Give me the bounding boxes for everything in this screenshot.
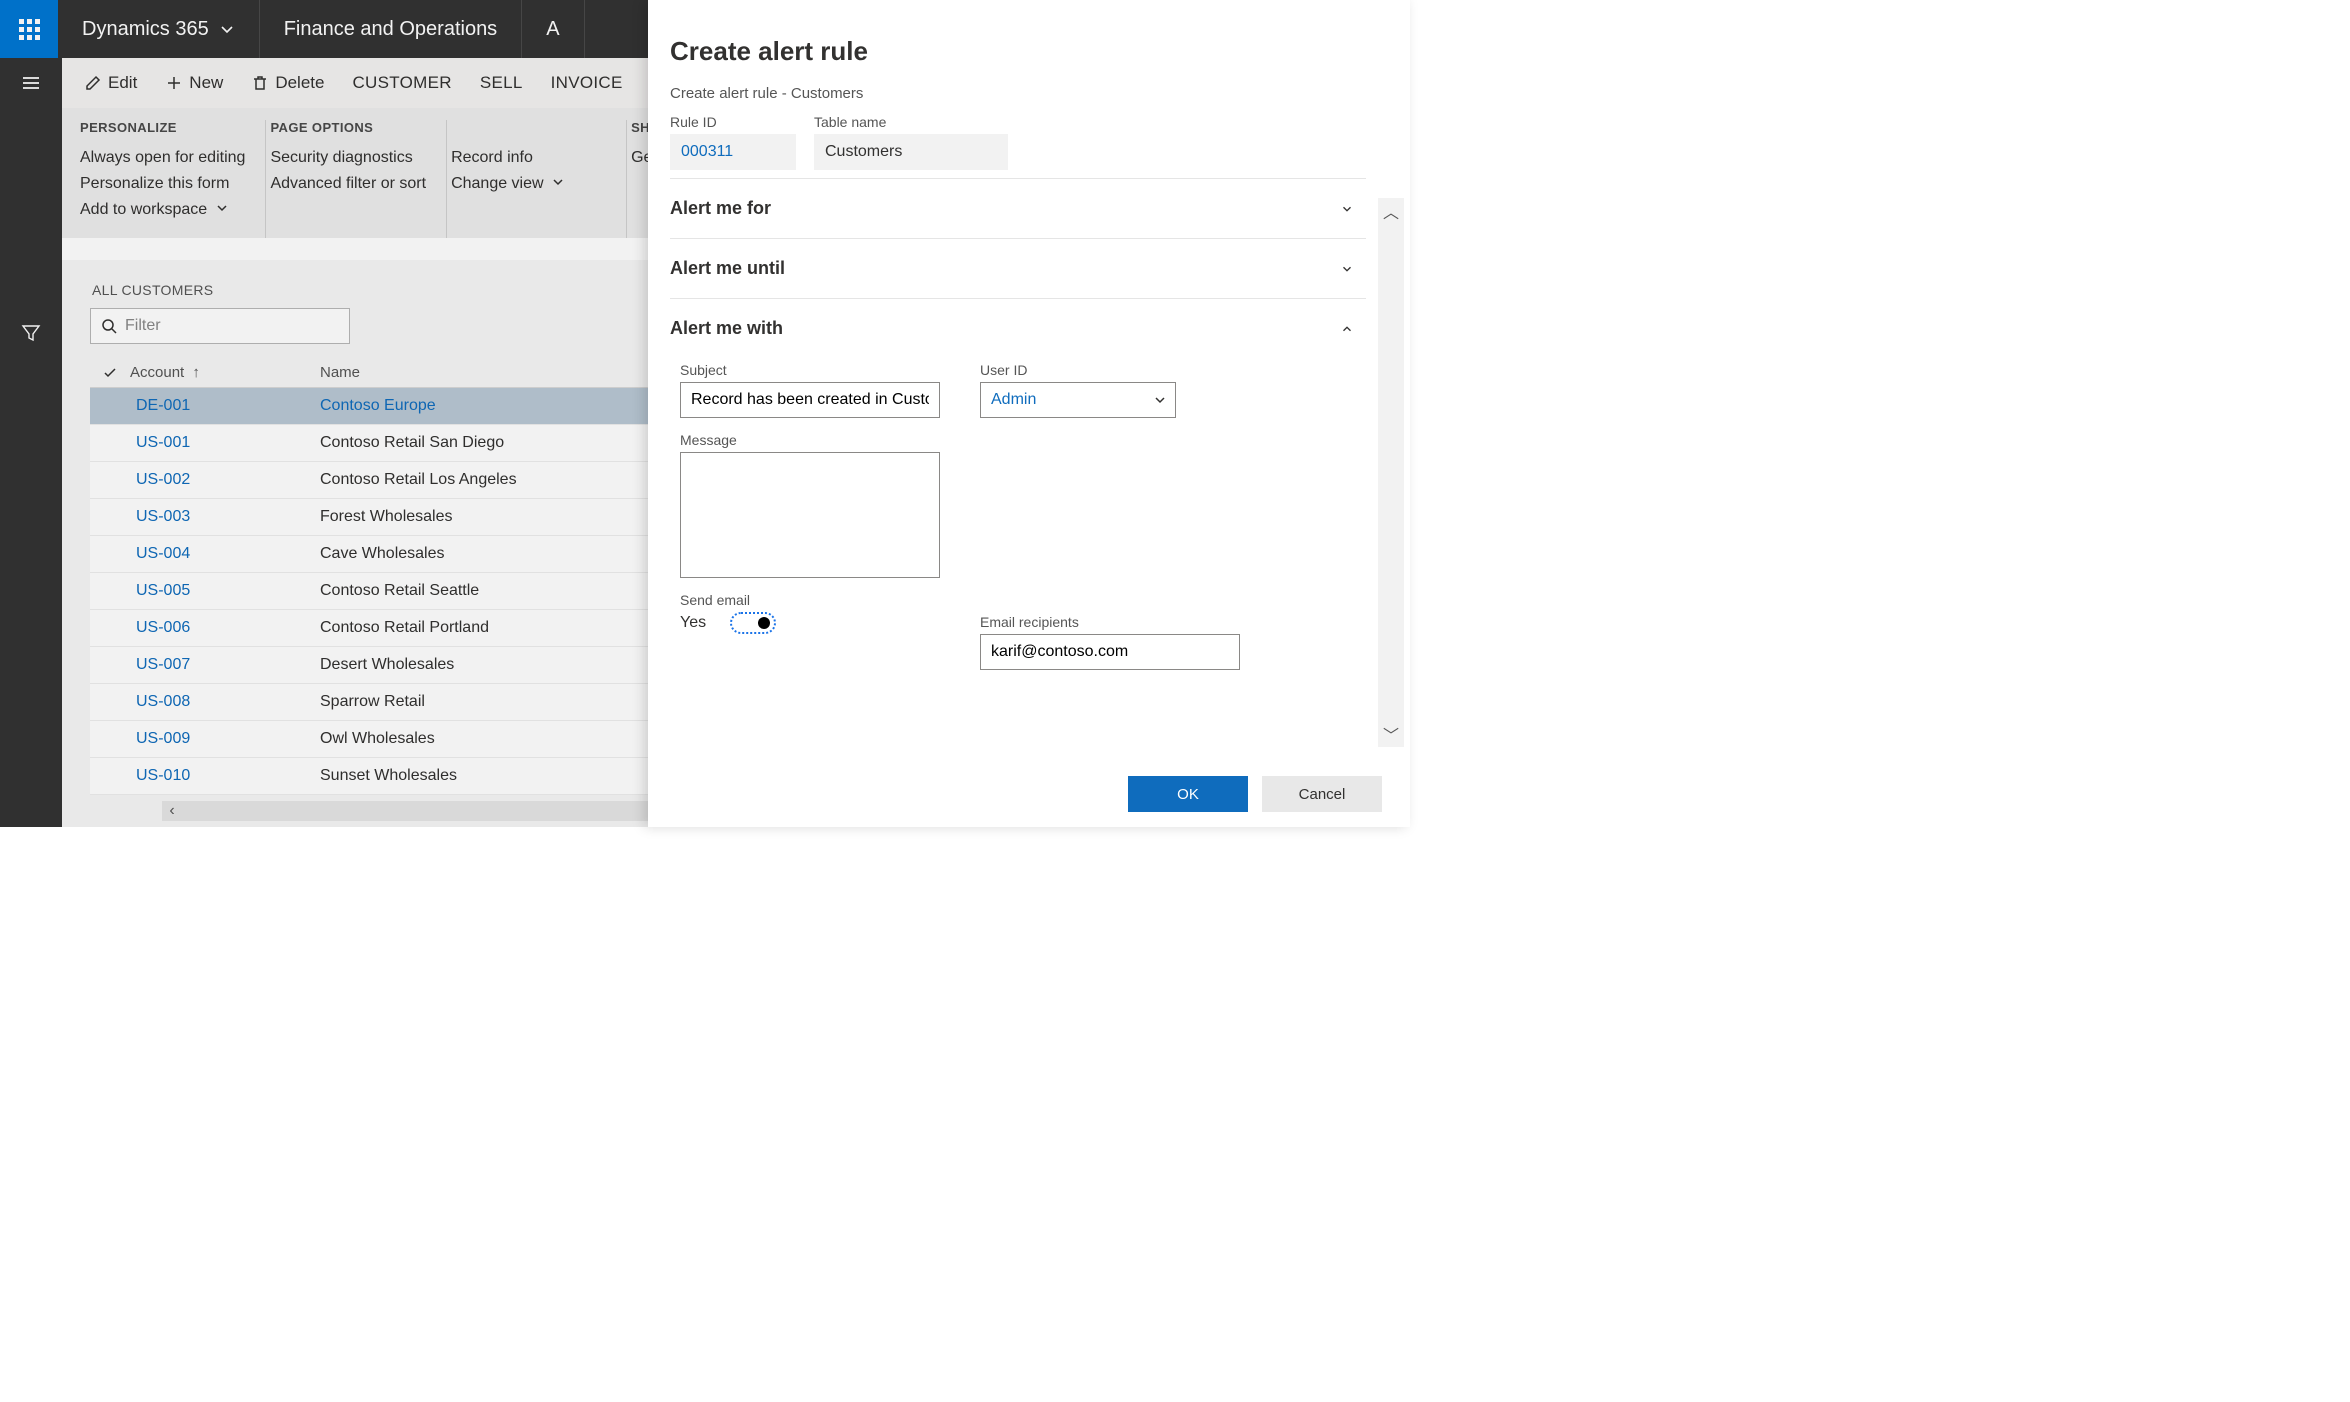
page-options-header: PAGE OPTIONS	[270, 120, 426, 135]
hamburger-icon	[20, 72, 42, 94]
filter-pane-button[interactable]	[0, 308, 62, 358]
tab-invoice[interactable]: INVOICE	[537, 58, 637, 108]
funnel-icon	[21, 323, 41, 343]
brand-label: Dynamics 365	[82, 18, 209, 41]
scroll-up-icon[interactable]: ︿	[1383, 198, 1399, 224]
flyout-footer: OK Cancel	[648, 761, 1410, 827]
section-alert-until[interactable]: Alert me until	[670, 238, 1366, 298]
user-id-select[interactable]: Admin	[980, 382, 1176, 418]
pencil-icon	[84, 74, 102, 92]
column-account[interactable]: Account ↑	[130, 364, 320, 381]
section-alert-with[interactable]: Alert me with	[670, 298, 1366, 358]
personalize-header: PERSONALIZE	[80, 120, 245, 135]
flyout-scrollbar[interactable]: ︿ ﹀	[1378, 198, 1404, 747]
account-link[interactable]: US-008	[136, 693, 190, 710]
chevron-down-icon	[1340, 262, 1354, 276]
message-input[interactable]	[680, 452, 940, 578]
plus-icon	[165, 74, 183, 92]
delete-button[interactable]: Delete	[237, 58, 338, 108]
edit-button[interactable]: Edit	[70, 58, 151, 108]
account-link[interactable]: US-007	[136, 656, 190, 673]
recipients-input[interactable]	[980, 634, 1240, 670]
recipients-label: Email recipients	[980, 614, 1240, 630]
module-title[interactable]: Finance and Operations	[260, 0, 522, 58]
account-link[interactable]: US-002	[136, 471, 190, 488]
table-name-value: Customers	[814, 134, 1008, 170]
chevron-down-icon	[552, 176, 564, 188]
column-name[interactable]: Name	[320, 364, 690, 381]
chevron-down-icon	[1153, 393, 1167, 407]
ok-button[interactable]: OK	[1128, 776, 1248, 812]
account-link[interactable]: US-009	[136, 730, 190, 747]
flyout-title: Create alert rule	[670, 36, 1388, 67]
account-link[interactable]: US-005	[136, 582, 190, 599]
check-icon	[102, 365, 118, 381]
send-email-label: Send email	[680, 592, 940, 608]
change-view[interactable]: Change view	[451, 171, 606, 197]
sort-asc-icon: ↑	[192, 364, 200, 381]
chevron-down-icon	[1340, 202, 1354, 216]
section-alert-for[interactable]: Alert me for	[670, 178, 1366, 238]
tab-sell[interactable]: SELL	[466, 58, 537, 108]
user-id-label: User ID	[980, 362, 1240, 378]
account-link[interactable]: US-006	[136, 619, 190, 636]
tab-customer[interactable]: CUSTOMER	[338, 58, 465, 108]
security-diagnostics[interactable]: Security diagnostics	[270, 145, 426, 171]
nav-extra-partial[interactable]: A	[522, 0, 584, 58]
create-alert-flyout: Create alert rule Create alert rule - Cu…	[648, 0, 1410, 827]
add-to-workspace[interactable]: Add to workspace	[80, 197, 245, 223]
scroll-down-icon[interactable]: ﹀	[1383, 721, 1399, 747]
send-email-toggle[interactable]	[730, 612, 776, 634]
chevron-up-icon	[1340, 322, 1354, 336]
search-icon	[101, 318, 117, 334]
message-label: Message	[680, 432, 940, 448]
grid-filter-input[interactable]: Filter	[90, 308, 350, 344]
account-link[interactable]: US-001	[136, 434, 190, 451]
table-name-label: Table name	[814, 114, 1008, 130]
trash-icon	[251, 74, 269, 92]
chevron-down-icon	[216, 202, 228, 214]
chevron-down-icon	[219, 21, 235, 37]
waffle-icon	[19, 19, 40, 40]
send-email-value: Yes	[680, 614, 706, 632]
personalize-this-form[interactable]: Personalize this form	[80, 171, 245, 197]
nav-menu-button[interactable]	[0, 58, 62, 108]
account-link[interactable]: US-004	[136, 545, 190, 562]
account-link[interactable]: US-010	[136, 767, 190, 784]
always-open-editing[interactable]: Always open for editing	[80, 145, 245, 171]
advanced-filter-sort[interactable]: Advanced filter or sort	[270, 171, 426, 197]
left-rail	[0, 58, 62, 827]
filter-placeholder: Filter	[125, 317, 161, 335]
subject-label: Subject	[680, 362, 940, 378]
rule-id-label: Rule ID	[670, 114, 796, 130]
app-launcher[interactable]	[0, 0, 58, 58]
scroll-left-icon[interactable]: ‹	[162, 802, 182, 820]
account-link[interactable]: US-003	[136, 508, 190, 525]
brand-dropdown[interactable]: Dynamics 365	[58, 0, 260, 58]
flyout-subtitle: Create alert rule - Customers	[670, 85, 1388, 102]
select-all-checkbox[interactable]	[90, 365, 130, 381]
cancel-button[interactable]: Cancel	[1262, 776, 1382, 812]
rule-id-value[interactable]: 000311	[670, 134, 796, 170]
new-button[interactable]: New	[151, 58, 237, 108]
alert-with-content: Subject Message Send email Yes User ID A…	[670, 358, 1366, 690]
module-label: Finance and Operations	[284, 18, 497, 41]
subject-input[interactable]	[680, 382, 940, 418]
record-info[interactable]: Record info	[451, 145, 606, 171]
account-link[interactable]: DE-001	[136, 397, 190, 414]
